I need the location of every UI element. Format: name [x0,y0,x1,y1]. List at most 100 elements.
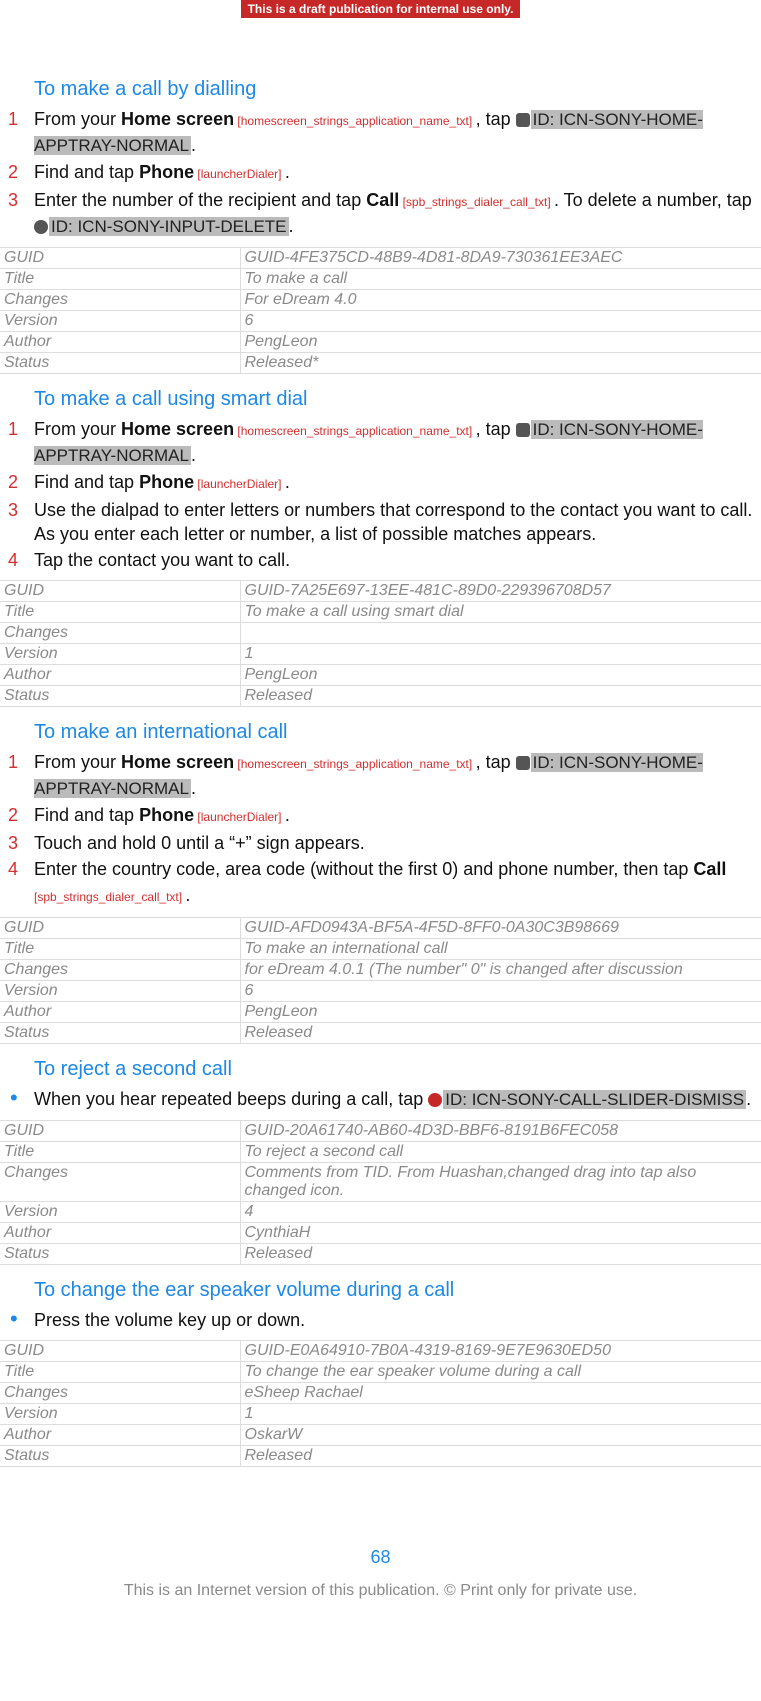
meta-row: GUIDGUID-AFD0943A-BF5A-4F5D-8FF0-0A30C3B… [0,918,761,939]
meta-value: Released* [240,353,761,374]
meta-value: CynthiaH [240,1223,761,1244]
meta-value: 6 [240,981,761,1002]
bullet-icon: • [4,1087,34,1109]
step-text: From your Home screen [homescreen_string… [34,107,757,158]
meta-value: GUID-4FE375CD-48B9-4D81-8DA9-730361EE3AE… [240,248,761,269]
meta-value: Released [240,686,761,707]
meta-value: Released [240,1446,761,1467]
dismiss-id: ID: ICN-SONY-CALL-SLIDER-DISMISS [443,1090,746,1109]
step-item: 2Find and tap Phone [launcherDialer] . [4,470,761,498]
step-item: 3Use the dialpad to enter letters or num… [4,498,761,548]
step-text: When you hear repeated beeps during a ca… [34,1087,757,1112]
page-footer: This is an Internet version of this publ… [0,1582,761,1606]
step-text: Touch and hold 0 until a “+” sign appear… [34,831,757,855]
step-text: Tap the contact you want to call. [34,548,757,572]
meta-key: GUID [0,1341,240,1362]
meta-value: 4 [240,1202,761,1223]
meta-row: TitleTo make a call [0,269,761,290]
meta-row: Version1 [0,1404,761,1425]
step-text: Find and tap Phone [launcherDialer] . [34,160,757,186]
meta-key: Version [0,311,240,332]
meta-value: for eDream 4.0.1 (The number" 0" is chan… [240,960,761,981]
phone-ref: [launcherDialer] [194,810,285,824]
phone-label: Phone [139,162,194,182]
phone-label: Phone [139,472,194,492]
meta-row: StatusReleased [0,1023,761,1044]
meta-value: eSheep Rachael [240,1383,761,1404]
page-number: 68 [0,1547,761,1568]
call-ref: [spb_strings_dialer_call_txt] [34,890,185,904]
section-title: To make a call by dialling [34,78,761,101]
meta-row: ChangeseSheep Rachael [0,1383,761,1404]
step-item: 1From your Home screen [homescreen_strin… [4,107,761,160]
step-text: Find and tap Phone [launcherDialer] . [34,803,757,829]
step-item: 1From your Home screen [homescreen_strin… [4,750,761,803]
meta-row: GUIDGUID-20A61740-AB60-4D3D-BBF6-8191B6F… [0,1121,761,1142]
home-screen-ref: [homescreen_strings_application_name_txt… [234,114,475,128]
section-title: To make an international call [34,721,761,744]
phone-ref: [launcherDialer] [194,477,285,491]
meta-key: GUID [0,581,240,602]
meta-row: GUIDGUID-4FE375CD-48B9-4D81-8DA9-730361E… [0,248,761,269]
meta-key: Author [0,1425,240,1446]
meta-key: Status [0,353,240,374]
meta-row: Version1 [0,644,761,665]
meta-key: Version [0,1202,240,1223]
meta-row: ChangesFor eDream 4.0 [0,290,761,311]
step-text: Press the volume key up or down. [34,1308,757,1332]
meta-row: Version4 [0,1202,761,1223]
meta-key: Status [0,1244,240,1265]
meta-key: Title [0,1142,240,1163]
step-item: •When you hear repeated beeps during a c… [4,1087,761,1114]
meta-key: Title [0,1362,240,1383]
meta-value: To make an international call [240,939,761,960]
meta-value: Released [240,1023,761,1044]
draft-banner: This is a draft publication for internal… [241,0,521,18]
meta-key: Version [0,1404,240,1425]
step-number: 4 [4,548,34,572]
meta-row: AuthorPengLeon [0,332,761,353]
step-text: Enter the number of the recipient and ta… [34,188,757,239]
phone-label: Phone [139,805,194,825]
step-number: 1 [4,417,34,441]
steps-list: •Press the volume key up or down. [0,1308,761,1334]
meta-key: Title [0,269,240,290]
meta-row: TitleTo reject a second call [0,1142,761,1163]
meta-value: OskarW [240,1425,761,1446]
delete-icon [34,220,48,234]
meta-key: Author [0,332,240,353]
step-number: 2 [4,470,34,494]
meta-key: GUID [0,1121,240,1142]
meta-table: GUIDGUID-E0A64910-7B0A-4319-8169-9E7E963… [0,1340,761,1467]
meta-row: StatusReleased [0,1446,761,1467]
home-screen-ref: [homescreen_strings_application_name_txt… [234,757,475,771]
meta-key: Changes [0,1163,240,1202]
meta-value: 6 [240,311,761,332]
meta-row: Changesfor eDream 4.0.1 (The number" 0" … [0,960,761,981]
apptray-icon [516,423,530,437]
meta-key: Changes [0,290,240,311]
step-number: 3 [4,188,34,212]
meta-key: Status [0,686,240,707]
meta-value: PengLeon [240,665,761,686]
home-screen-label: Home screen [121,752,234,772]
call-label: Call [366,190,399,210]
bullet-icon: • [4,1308,34,1330]
meta-key: Changes [0,1383,240,1404]
meta-key: Status [0,1446,240,1467]
meta-row: Version6 [0,981,761,1002]
step-number: 3 [4,498,34,522]
meta-row: AuthorPengLeon [0,1002,761,1023]
meta-key: Title [0,939,240,960]
meta-table: GUIDGUID-20A61740-AB60-4D3D-BBF6-8191B6F… [0,1120,761,1265]
step-item: 1From your Home screen [homescreen_strin… [4,417,761,470]
step-text: From your Home screen [homescreen_string… [34,417,757,468]
step-item: 3Touch and hold 0 until a “+” sign appea… [4,831,761,857]
meta-row: StatusReleased* [0,353,761,374]
meta-value: GUID-7A25E697-13EE-481C-89D0-229396708D5… [240,581,761,602]
apptray-icon [516,113,530,127]
meta-row: GUIDGUID-E0A64910-7B0A-4319-8169-9E7E963… [0,1341,761,1362]
meta-table: GUIDGUID-AFD0943A-BF5A-4F5D-8FF0-0A30C3B… [0,917,761,1044]
meta-row: GUIDGUID-7A25E697-13EE-481C-89D0-2293967… [0,581,761,602]
step-item: 2Find and tap Phone [launcherDialer] . [4,803,761,831]
